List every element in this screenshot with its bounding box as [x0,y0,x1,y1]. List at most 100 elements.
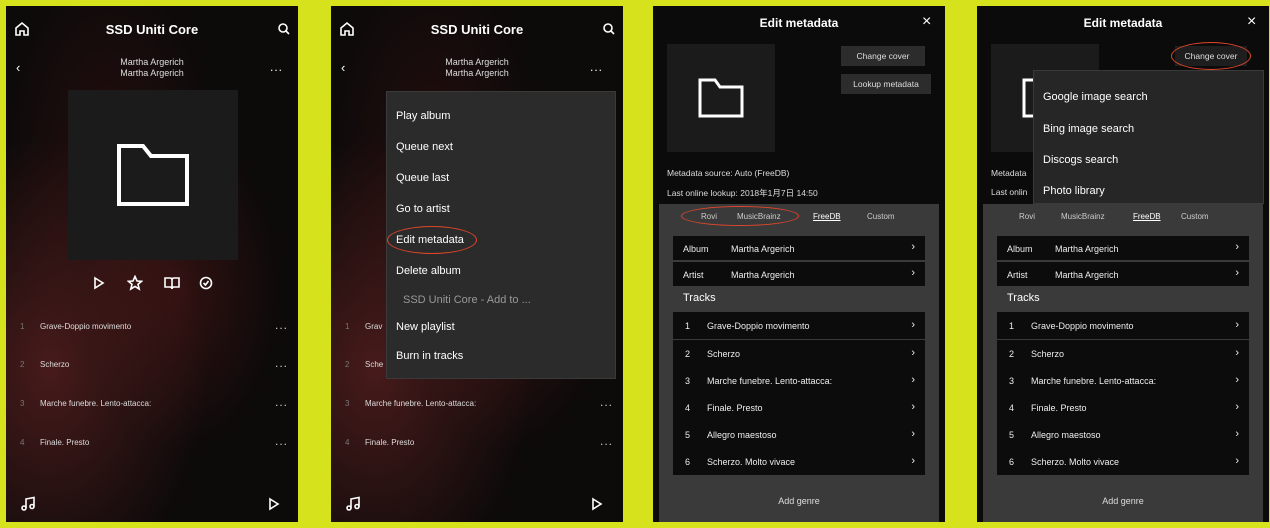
track-number: 3 [1009,376,1015,386]
track-row[interactable]: 4 Finale. Presto ... [6,430,298,456]
artist-row[interactable]: Artist Martha Argerich › [997,262,1249,286]
track-name: Grave-Doppio movimento [707,321,810,331]
book-icon[interactable] [164,276,180,290]
track-more-button[interactable]: ... [275,318,288,332]
track-row[interactable]: 1 Grave-Doppio movimento › [673,312,925,339]
source-tab-musicbrainz[interactable]: MusicBrainz [1061,212,1105,221]
track-number: 2 [20,360,25,369]
edit-metadata-screen: Edit metadata × Change cover Lookup meta… [653,6,945,522]
track-row[interactable]: 4 Finale. Presto ... [331,430,623,456]
track-row[interactable]: 2 Scherzo › [673,340,925,367]
source-tab-custom[interactable]: Custom [1181,212,1209,221]
menu-item-play-album[interactable]: Play album [396,110,450,122]
more-button[interactable]: ... [270,60,283,74]
track-name: Scherzo. Molto vivace [707,457,796,467]
track-more-button[interactable]: ... [275,356,288,370]
chevron-right-icon: › [1235,319,1239,331]
track-row[interactable]: 5 Allegro maestoso › [997,421,1249,448]
album-artist: Martha Argerich [120,68,184,78]
album-row[interactable]: Album Martha Argerich › [673,236,925,260]
chevron-right-icon: › [911,455,915,467]
track-number: 4 [685,403,691,413]
source-tab-custom[interactable]: Custom [867,212,895,221]
lookup-metadata-button[interactable]: Lookup metadata [841,74,931,94]
track-row[interactable]: 3 Marche funebre. Lento-attacca: ... [6,391,298,417]
track-name: Grave-Doppio movimento [40,322,132,331]
track-more-button[interactable]: ... [600,434,613,448]
chevron-right-icon: › [911,241,915,253]
track-more-button[interactable]: ... [275,434,288,448]
app-title: SSD Uniti Core [430,22,524,37]
star-icon[interactable] [127,275,143,291]
track-number: 5 [685,430,691,440]
track-more-button[interactable]: ... [600,395,613,409]
menu-item-queue-next[interactable]: Queue next [396,141,453,153]
chevron-right-icon: › [911,319,915,331]
menu-item-discogs-search[interactable]: Discogs search [1043,154,1118,166]
menu-item-burn-in-tracks[interactable]: Burn in tracks [396,350,463,362]
more-button[interactable]: ... [590,60,603,74]
music-note-icon[interactable] [345,496,361,512]
tracks-header: Tracks [683,292,716,304]
play-icon[interactable] [92,276,106,290]
menu-item-add-to[interactable]: SSD Uniti Core - Add to ... [403,294,531,306]
album-row[interactable]: Album Martha Argerich › [997,236,1249,260]
check-circle-icon[interactable] [199,276,213,290]
track-row[interactable]: 1 Grave-Doppio movimento › [997,312,1249,339]
search-icon[interactable] [277,22,291,36]
edit-metadata-title: Edit metadata [759,16,839,30]
track-row[interactable]: 4 Finale. Presto › [997,394,1249,421]
album-value: Martha Argerich [731,244,795,254]
track-row[interactable]: 1 Grave-Doppio movimento ... [6,314,298,340]
track-row[interactable]: 2 Scherzo ... [6,352,298,378]
track-name: Scherzo [40,360,70,369]
play-icon[interactable] [267,497,281,511]
menu-item-go-to-artist[interactable]: Go to artist [396,203,450,215]
track-number: 5 [1009,430,1015,440]
track-row[interactable]: 6 Scherzo. Molto vivace › [997,448,1249,475]
play-icon[interactable] [590,497,604,511]
track-number: 2 [685,349,691,359]
menu-item-new-playlist[interactable]: New playlist [396,321,455,333]
chevron-right-icon: › [1235,428,1239,440]
album-screen: SSD Uniti Core ‹ Martha Argerich Martha … [6,6,298,522]
music-note-icon[interactable] [20,496,36,512]
folder-icon [117,144,189,206]
track-more-button[interactable]: ... [275,395,288,409]
chevron-right-icon: › [1235,374,1239,386]
track-row[interactable]: 4 Finale. Presto › [673,394,925,421]
artist-row[interactable]: Artist Martha Argerich › [673,262,925,286]
source-tab-freedb[interactable]: FreeDB [813,212,841,221]
source-tab-freedb[interactable]: FreeDB [1133,212,1161,221]
search-icon[interactable] [602,22,616,36]
track-row[interactable]: 3 Marche funebre. Lento-attacca: › [673,367,925,394]
app-title: SSD Uniti Core [105,22,199,37]
track-row[interactable]: 5 Allegro maestoso › [673,421,925,448]
source-tab-rovi[interactable]: Rovi [1019,212,1035,221]
chevron-right-icon: › [1235,455,1239,467]
menu-item-delete-album[interactable]: Delete album [396,265,461,277]
track-row[interactable]: 3 Marche funebre. Lento-attacca: › [997,367,1249,394]
track-row[interactable]: 3 Marche funebre. Lento-attacca: ... [331,391,623,417]
track-number: 3 [20,399,25,408]
menu-item-photo-library[interactable]: Photo library [1043,185,1105,197]
menu-item-google-image-search[interactable]: Google image search [1043,91,1148,103]
track-row[interactable]: 2 Scherzo › [997,340,1249,367]
menu-item-queue-last[interactable]: Queue last [396,172,449,184]
close-icon[interactable]: × [1247,13,1256,31]
add-genre-button[interactable]: Add genre [983,496,1263,506]
last-online-lookup: Last online lookup: 2018年1月7日 14:50 [667,188,818,198]
change-cover-button[interactable]: Change cover [841,46,925,66]
track-name: Sche [365,360,384,369]
track-row[interactable]: 6 Scherzo. Molto vivace › [673,448,925,475]
artist-label: Artist [683,270,704,280]
track-name: Marche funebre. Lento-attacca: [1031,376,1157,386]
track-number: 6 [1009,457,1015,467]
track-name: Grav [365,322,383,331]
chevron-right-icon: › [1235,401,1239,413]
close-icon[interactable]: × [922,13,931,31]
add-genre-button[interactable]: Add genre [659,496,939,506]
metadata-panel: Rovi MusicBrainz FreeDB Custom Album Mar… [983,204,1263,522]
chevron-right-icon: › [911,401,915,413]
menu-item-bing-image-search[interactable]: Bing image search [1043,123,1134,135]
